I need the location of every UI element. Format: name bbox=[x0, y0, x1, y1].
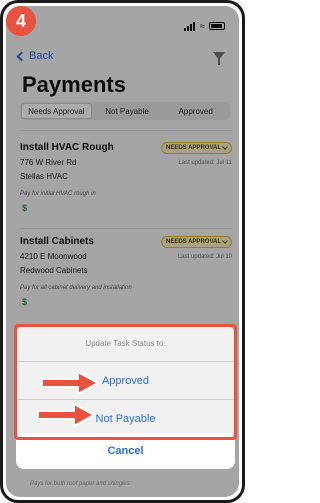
arrow-right-icon bbox=[41, 371, 99, 395]
cancel-button[interactable]: Cancel bbox=[16, 433, 235, 469]
step-number-badge: 4 bbox=[6, 6, 36, 36]
app-screen: ≈ Back Payments Needs Approval Not Payab… bbox=[6, 6, 239, 497]
action-sheet-title: Update Task Status to: bbox=[16, 326, 235, 362]
arrow-right-icon bbox=[37, 403, 95, 427]
phone-frame: ≈ Back Payments Needs Approval Not Payab… bbox=[0, 0, 245, 503]
task-note: Pays for both roof paper and shingles bbox=[30, 481, 130, 487]
